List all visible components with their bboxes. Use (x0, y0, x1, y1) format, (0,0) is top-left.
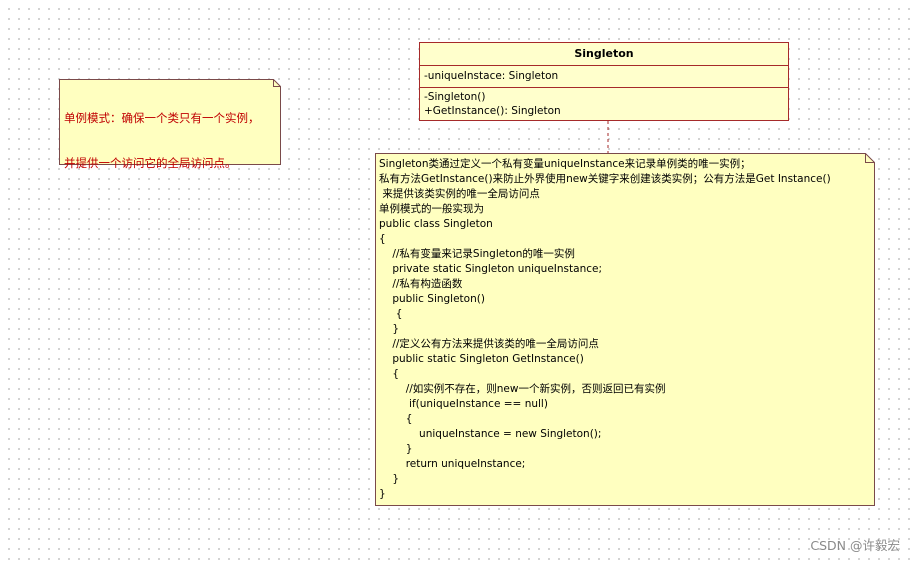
note-implementation[interactable]: Singleton类通过定义一个私有变量uniqueInstance来记录单例类… (375, 153, 875, 506)
note-implementation-line: //定义公有方法来提供该类的唯一全局访问点 (379, 338, 599, 350)
class-name: Singleton (420, 43, 788, 66)
note-implementation-line: } (379, 488, 386, 500)
note-implementation-line: 单例模式的一般实现为 (379, 203, 484, 215)
note-implementation-line: public static Singleton GetInstance() (379, 353, 584, 365)
note-implementation-line: } (379, 473, 400, 485)
note-definition[interactable]: 单例模式：确保一个类只有一个实例， 并提供一个访问它的全局访问点。 (59, 79, 281, 170)
note-implementation-line: } (379, 323, 400, 335)
class-operation: -Singleton() (424, 91, 486, 103)
note-implementation-text: Singleton类通过定义一个私有变量uniqueInstance来记录单例类… (379, 157, 831, 502)
class-operation: +GetInstance(): Singleton (424, 105, 561, 117)
note-implementation-line: //如实例不存在，则new一个新实例，否则返回已有实例 (379, 383, 666, 395)
note-implementation-line: { (379, 368, 400, 380)
note-implementation-line: if(uniqueInstance == null) (379, 398, 548, 410)
note-implementation-line: //私有变量来记录Singleton的唯一实例 (379, 248, 575, 260)
note-implementation-line: 来提供该类实例的唯一全局访问点 (379, 188, 540, 200)
note-implementation-line: } (379, 443, 413, 455)
note-implementation-line: uniqueInstance = new Singleton(); (379, 428, 602, 440)
note-connector-line (607, 121, 609, 154)
note-implementation-line: { (379, 233, 386, 245)
class-operations: -Singleton() +GetInstance(): Singleton (420, 88, 788, 118)
note-implementation-line: { (379, 413, 413, 425)
class-attributes: -uniqueInstace: Singleton (420, 66, 788, 88)
note-implementation-line: Singleton类通过定义一个私有变量uniqueInstance来记录单例类… (379, 158, 751, 170)
class-attribute: -uniqueInstace: Singleton (424, 70, 559, 82)
singleton-class-box[interactable]: Singleton -uniqueInstace: Singleton -Sin… (419, 42, 789, 121)
note-implementation-line: public class Singleton (379, 218, 493, 230)
note-implementation-line: { (379, 308, 403, 320)
note-implementation-line: return uniqueInstance; (379, 458, 526, 470)
watermark: CSDN @许毅宏 (810, 538, 900, 553)
note-implementation-line: private static Singleton uniqueInstance; (379, 263, 602, 275)
note-definition-line-1: 单例模式：确保一个类只有一个实例， (64, 111, 260, 125)
note-definition-line-2: 并提供一个访问它的全局访问点。 (64, 156, 237, 170)
note-definition-text: 单例模式：确保一个类只有一个实例， 并提供一个访问它的全局访问点。 (64, 81, 260, 201)
note-implementation-line: public Singleton() (379, 293, 485, 305)
note-implementation-line: //私有构造函数 (379, 278, 463, 290)
note-implementation-line: 私有方法GetInstance()来防止外界使用new关键字来创建该类实例；公有… (379, 173, 831, 185)
